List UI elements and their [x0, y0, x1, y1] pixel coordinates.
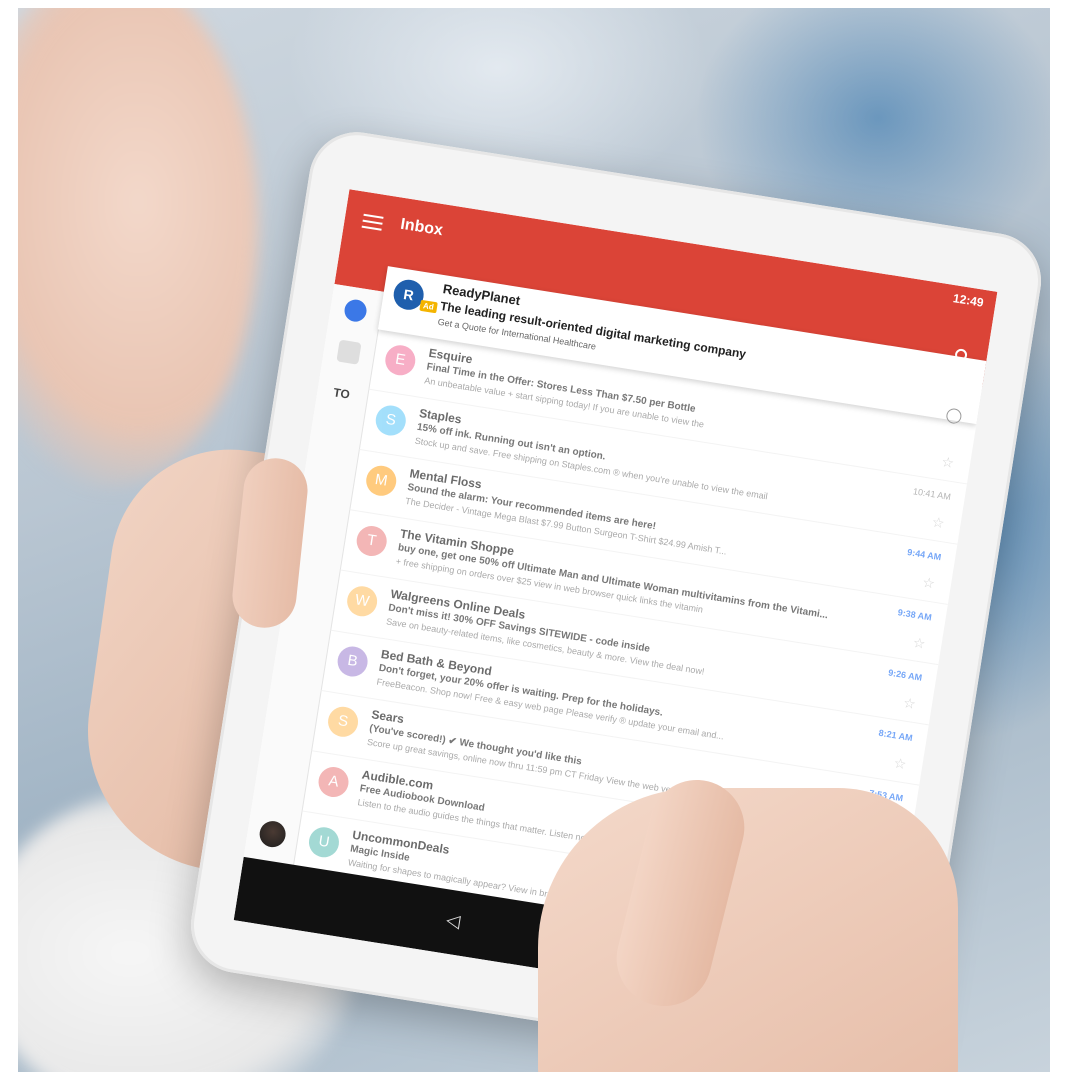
sender-avatar: T: [354, 523, 389, 559]
sender-avatar: E: [383, 343, 418, 378]
account-avatar[interactable]: [257, 819, 288, 850]
right-hand: [538, 788, 958, 1072]
star-icon[interactable]: ☆: [902, 694, 917, 713]
person-face: [18, 8, 258, 488]
email-time: 10:41 AM: [912, 486, 952, 502]
photo-scene: 12:49 Inbox TO R Ad ReadyPlanet The lead…: [18, 8, 1050, 1072]
star-icon[interactable]: ☆: [940, 453, 955, 472]
menu-icon[interactable]: [361, 213, 384, 231]
email-time: 9:44 AM: [906, 547, 942, 563]
status-time: 12:49: [952, 291, 985, 310]
sender-avatar: A: [316, 764, 351, 800]
email-time: 9:38 AM: [897, 607, 933, 623]
sender-avatar: U: [306, 825, 342, 860]
email-time: 9:26 AM: [887, 667, 923, 683]
inbox-icon[interactable]: [336, 339, 362, 365]
sender-avatar: B: [335, 644, 370, 679]
ad-badge: Ad: [419, 299, 438, 314]
inbox-title: Inbox: [399, 215, 445, 240]
tag-icon[interactable]: TO: [332, 385, 350, 401]
sender-avatar: S: [373, 403, 408, 438]
star-icon[interactable]: ☆: [921, 574, 936, 593]
sender-avatar: S: [325, 704, 361, 739]
star-icon[interactable]: ☆: [931, 514, 946, 533]
sender-avatar: M: [364, 463, 399, 498]
back-icon[interactable]: ◁: [445, 909, 462, 932]
email-time: 8:21 AM: [877, 727, 914, 743]
people-icon[interactable]: [342, 298, 369, 324]
sender-avatar: W: [344, 584, 380, 619]
star-icon[interactable]: ☆: [912, 634, 927, 653]
star-icon[interactable]: ☆: [893, 755, 908, 774]
